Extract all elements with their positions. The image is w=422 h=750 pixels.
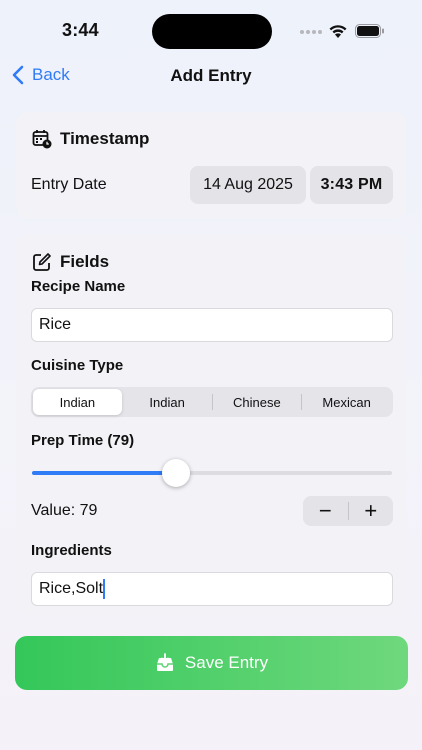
fields-section: Fields Recipe Name Rice Cuisine Type Ind…	[16, 234, 406, 616]
save-entry-label: Save Entry	[184, 653, 269, 672]
cuisine-type-label: Cuisine Type	[31, 357, 124, 374]
prep-time-value-text: Value: 79	[31, 502, 98, 519]
date-picker[interactable]: 14 Aug 2025	[190, 166, 306, 204]
recipe-name-input[interactable]: Rice	[31, 308, 393, 342]
fields-title: Fields	[60, 252, 110, 271]
cuisine-option-chinese[interactable]: Chinese	[213, 389, 302, 415]
prep-time-stepper[interactable]: − +	[303, 496, 393, 526]
wifi-icon	[329, 25, 347, 38]
timestamp-title: Timestamp	[60, 129, 150, 148]
fields-header: Fields	[32, 252, 109, 272]
time-picker[interactable]: 3:43 PM	[310, 166, 393, 204]
page-title: Add Entry	[170, 66, 252, 85]
cuisine-option-indian-2[interactable]: Indian	[123, 389, 212, 415]
ingredients-value: Rice,Solt	[39, 580, 104, 597]
recipe-name-label: Recipe Name	[31, 278, 126, 295]
calendar-clock-icon	[32, 130, 52, 149]
status-time: 3:44	[62, 20, 99, 40]
cuisine-option-mexican[interactable]: Mexican	[302, 389, 391, 415]
navigation-bar: Back Add Entry	[0, 60, 422, 94]
slider-fill	[32, 471, 176, 475]
battery-icon	[355, 24, 384, 38]
text-cursor	[103, 578, 106, 599]
prep-time-slider[interactable]	[32, 459, 392, 487]
timestamp-header: Timestamp	[32, 129, 149, 149]
status-bar: 3:44	[0, 0, 422, 60]
slider-thumb[interactable]	[162, 459, 190, 487]
dynamic-island	[152, 14, 272, 49]
decrement-button[interactable]: −	[303, 496, 348, 526]
save-entry-button[interactable]: Save Entry	[15, 636, 408, 690]
edit-square-icon	[33, 253, 51, 271]
tray-download-icon	[156, 653, 173, 671]
cuisine-option-indian[interactable]: Indian	[33, 389, 122, 415]
ingredients-label: Ingredients	[31, 542, 112, 559]
entry-date-label: Entry Date	[31, 176, 107, 193]
cellular-signal-icon	[300, 30, 322, 34]
prep-time-label: Prep Time (79)	[31, 432, 135, 449]
timestamp-section: Timestamp Entry Date 14 Aug 2025 3:43 PM	[16, 112, 406, 218]
ingredients-input[interactable]: Rice,Solt	[31, 572, 393, 606]
cuisine-type-segmented-control[interactable]: Indian Indian Chinese Mexican	[31, 387, 393, 417]
increment-button[interactable]: +	[349, 496, 394, 526]
